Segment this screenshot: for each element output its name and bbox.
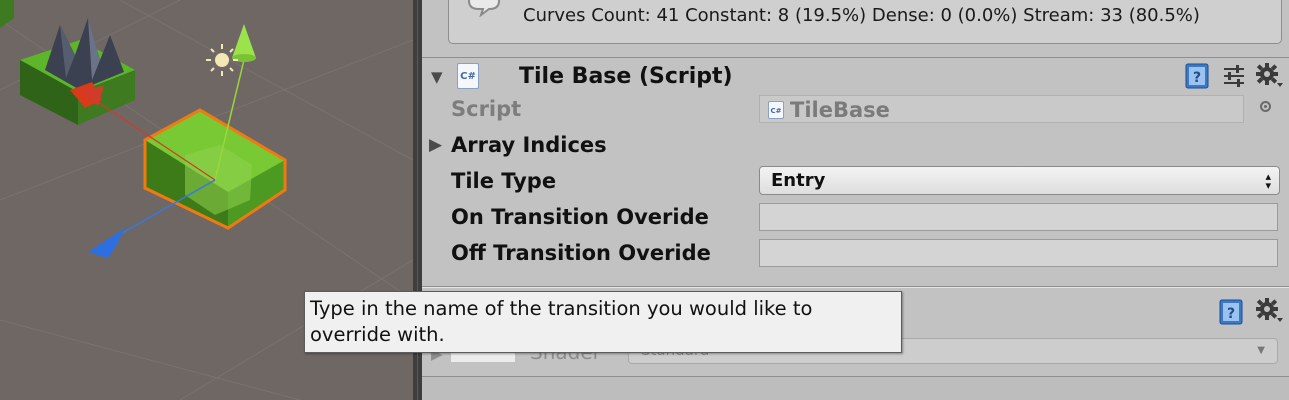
material-help-book-icon[interactable]: ? [1219, 299, 1243, 325]
directional-light-icon [206, 44, 238, 76]
component-title[interactable]: Tile Base (Script) [519, 64, 733, 89]
scene-tile-back [20, 18, 135, 125]
script-field-value: TileBase [790, 98, 890, 122]
speech-bubble-icon [468, 0, 500, 17]
off-transition-field[interactable] [759, 239, 1278, 267]
component-divider [422, 57, 1289, 58]
preset-sliders-icon[interactable] [1222, 64, 1246, 88]
dropdown-arrows-icon: ▴ ▾ [1265, 170, 1271, 192]
array-indices-foldout-arrow[interactable]: ▶ [429, 135, 442, 155]
material-gear-icon[interactable] [1256, 298, 1284, 324]
on-transition-field[interactable] [759, 203, 1278, 231]
animation-info-text: Curves Count: 41 Constant: 8 (19.5%) Den… [523, 5, 1200, 26]
component-foldout-arrow[interactable]: ▼ [431, 68, 443, 86]
selected-tile [143, 108, 287, 230]
material-divider-highlight [422, 287, 1289, 288]
svg-text:?: ? [1193, 70, 1201, 86]
array-indices-label[interactable]: Array Indices [451, 133, 607, 157]
tile-type-value: Entry [771, 170, 826, 191]
csharp-icon-label: C# [460, 71, 476, 82]
script-field-icon: C# [768, 101, 784, 119]
gear-icon[interactable] [1256, 63, 1284, 89]
tile-type-label: Tile Type [451, 169, 557, 193]
field-tooltip: Type in the name of the transition you w… [304, 291, 902, 353]
object-picker-icon[interactable] [1260, 101, 1271, 112]
tile-type-dropdown[interactable]: Entry ▴ ▾ [759, 166, 1280, 195]
off-transition-label: Off Transition Overide [451, 241, 711, 265]
csharp-script-icon: C# [457, 63, 479, 89]
script-object-field[interactable]: C# TileBase [759, 95, 1244, 123]
help-book-icon[interactable]: ? [1185, 63, 1209, 89]
on-transition-label: On Transition Overide [451, 205, 709, 229]
inspector-bottom-bar [422, 377, 1289, 400]
script-label: Script [451, 97, 522, 121]
svg-text:?: ? [1227, 306, 1235, 322]
animation-info-box: Curves Count: 41 Constant: 8 (19.5%) Den… [448, 0, 1282, 44]
shader-dropdown-arrow-icon: ▼ [1257, 345, 1265, 356]
tooltip-text: Type in the name of the transition you w… [310, 297, 813, 346]
